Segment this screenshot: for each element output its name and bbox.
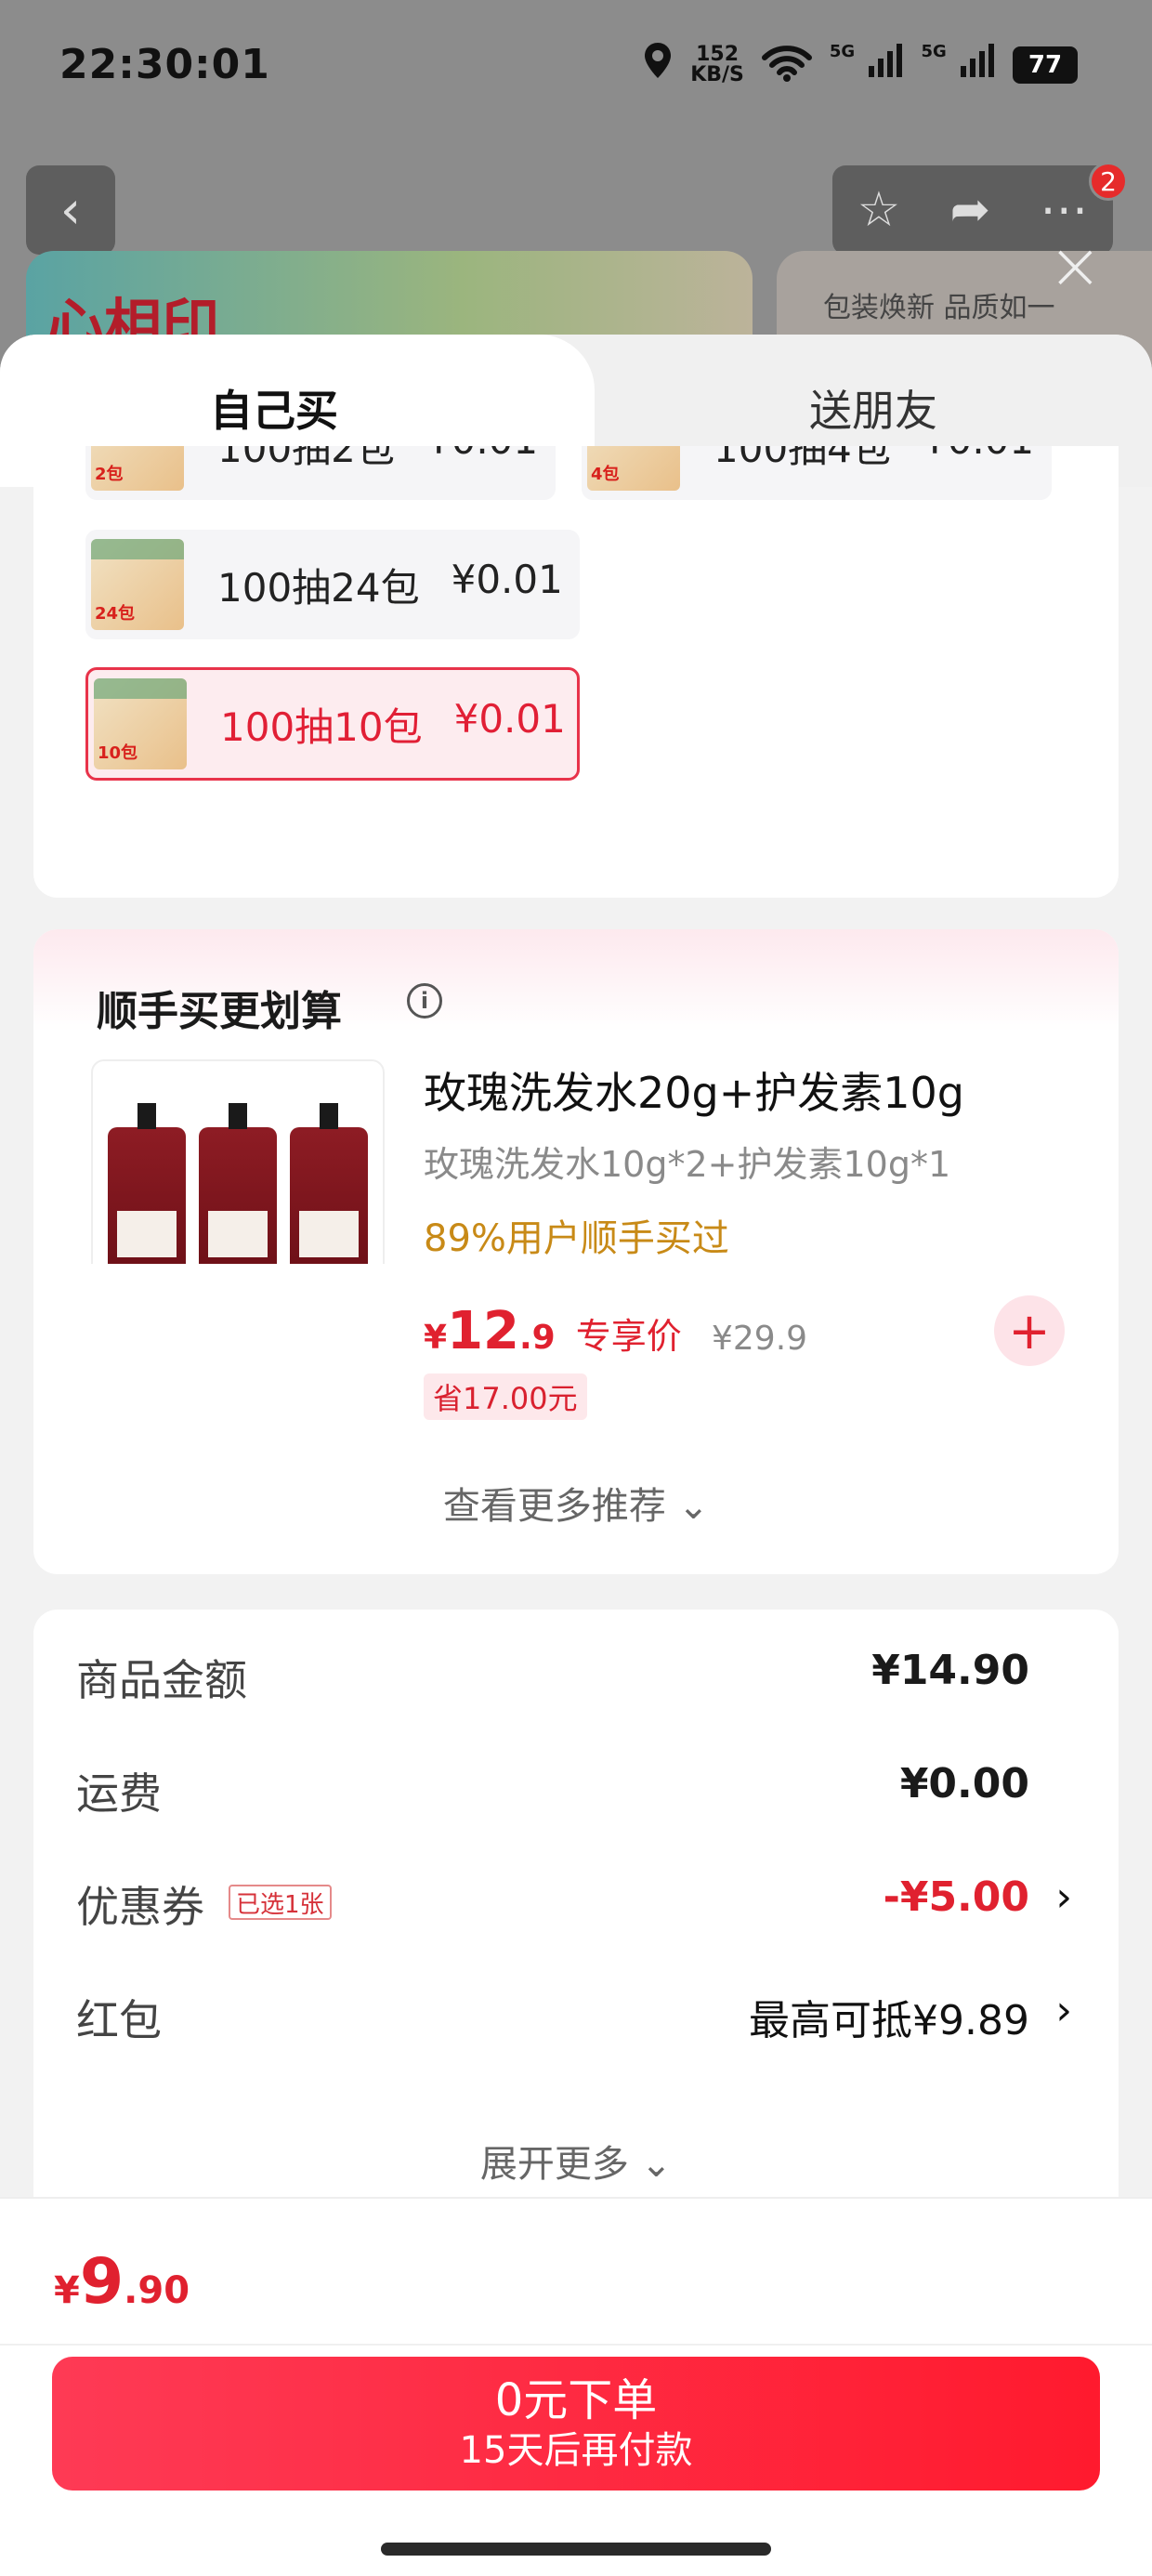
submit-order-button[interactable]: 0元下单 15天后再付款: [52, 2357, 1100, 2491]
home-indicator[interactable]: [381, 2543, 771, 2556]
sku-thumb: 10包: [94, 678, 187, 769]
tab-self-buy-label: 自己买: [210, 386, 338, 436]
bottle-image: [108, 1103, 186, 1285]
sku-name: 100抽2包: [217, 446, 395, 471]
coupon-value: -¥5.00: [883, 1873, 1029, 1921]
share-icon[interactable]: ➦: [950, 182, 991, 238]
sku-thumb: 4包: [587, 446, 680, 491]
submit-sub-label: 15天后再付款: [459, 2429, 693, 2472]
recommend-product-image[interactable]: [91, 1059, 385, 1294]
total-price: ¥ 9 .90: [54, 2245, 190, 2319]
original-price: ¥29.9: [712, 1320, 808, 1358]
sku-price: ¥0.01: [451, 556, 563, 602]
recommend-price: ¥ 12 .9 专享价: [424, 1301, 682, 1361]
status-time: 22:30:01: [59, 41, 270, 88]
sku-option[interactable]: 4包 100抽4包 ¥0.01: [582, 446, 1052, 500]
info-icon[interactable]: i: [407, 983, 442, 1019]
close-icon[interactable]: ×: [1048, 233, 1103, 298]
recommend-title: 顺手买更划算: [97, 988, 342, 1035]
sku-option[interactable]: 2包 100抽2包 ¥0.01: [85, 446, 556, 500]
submit-main-label: 0元下单: [494, 2374, 658, 2426]
location-icon: [642, 41, 674, 88]
recommend-card-bottom: ¥ 12 .9 专享价 ¥29.9 省17.00元 + 查看更多推荐 ⌄: [33, 1264, 1119, 1574]
sku-card: 2包 100抽2包 ¥0.01 4包 100抽4包 ¥0.01 24包 100抽24…: [33, 446, 1119, 898]
status-bar: 22:30:01 152 KB/S 5G 5G 77: [0, 0, 1152, 139]
sku-name: 100抽4包: [713, 446, 891, 471]
plus-icon: +: [1008, 1301, 1051, 1360]
sku-thumb: 24包: [91, 539, 184, 630]
coupon-row[interactable]: 优惠券 已选1张 -¥5.00 ›: [33, 1866, 1119, 1940]
tab-gift-friend[interactable]: 送朋友: [595, 377, 1152, 439]
add-to-order-button[interactable]: +: [994, 1295, 1065, 1366]
more-recommend-link[interactable]: 查看更多推荐 ⌄: [33, 1476, 1119, 1530]
chevron-right-icon: ›: [1055, 1987, 1072, 2034]
sku-price: ¥0.01: [923, 446, 1034, 474]
battery-icon: 77: [1013, 46, 1078, 84]
expand-more-link[interactable]: 展开更多 ⌄: [33, 2134, 1119, 2188]
back-button[interactable]: ‹: [26, 165, 115, 255]
sku-thumb: 2包: [91, 446, 184, 491]
wifi-icon: [761, 45, 813, 85]
sku-price: ¥0.01: [453, 695, 566, 742]
recommend-social-proof: 89%用户顺手买过: [424, 1217, 729, 1260]
back-arrow-icon: ‹: [59, 179, 82, 241]
sku-name: 100抽10包: [220, 703, 423, 750]
banner-text: 包装焕新 品质如一: [823, 292, 1055, 324]
checkout-bar: ¥ 9 .90 0元下单 15天后再付款: [0, 2197, 1152, 2576]
bottle-image: [199, 1103, 277, 1285]
net-speed: 152 KB/S: [690, 42, 744, 86]
sku-option[interactable]: 24包 100抽24包 ¥0.01: [85, 530, 580, 639]
sku-option-selected[interactable]: 10包 100抽10包 ¥0.01: [85, 667, 580, 781]
recommend-product-spec: 玫瑰洗发水10g*2+护发素10g*1: [424, 1144, 951, 1185]
signal-icon-2: 5G: [921, 42, 996, 87]
cart-badge: 2: [1089, 162, 1128, 201]
signal-icon: 5G: [830, 42, 905, 87]
bottle-image: [290, 1103, 368, 1285]
price-tag: 专享价: [575, 1316, 682, 1357]
recommend-card: 顺手买更划算 i 玫瑰洗发水20g+护发素10g 玫瑰洗发水10g*2+护发素1…: [33, 929, 1119, 1294]
shipping-value: ¥0.00: [899, 1760, 1029, 1807]
recommend-product-name[interactable]: 玫瑰洗发水20g+护发素10g: [424, 1059, 964, 1121]
sku-price: ¥0.01: [426, 446, 538, 474]
product-page-background: 22:30:01 152 KB/S 5G 5G 77 ‹ ☆ ➦ ⋯ 2 心相印…: [0, 0, 1152, 381]
shipping-row: 运费 ¥0.00: [76, 1760, 1029, 1819]
goods-amount-row: 商品金额 ¥14.90: [76, 1647, 1029, 1705]
chevron-right-icon: ›: [1055, 1873, 1072, 1921]
red-packet-row[interactable]: 红包 最高可抵¥9.89 ›: [33, 1979, 1119, 2054]
status-icons: 152 KB/S 5G 5G 77: [642, 41, 1078, 88]
sku-name: 100抽24包: [217, 564, 420, 611]
red-packet-value: 最高可抵¥9.89: [749, 1997, 1029, 2044]
save-badge: 省17.00元: [424, 1373, 587, 1420]
star-icon[interactable]: ☆: [857, 182, 901, 238]
goods-amount-value: ¥14.90: [871, 1647, 1029, 1694]
coupon-selected-tag: 已选1张: [229, 1885, 332, 1920]
